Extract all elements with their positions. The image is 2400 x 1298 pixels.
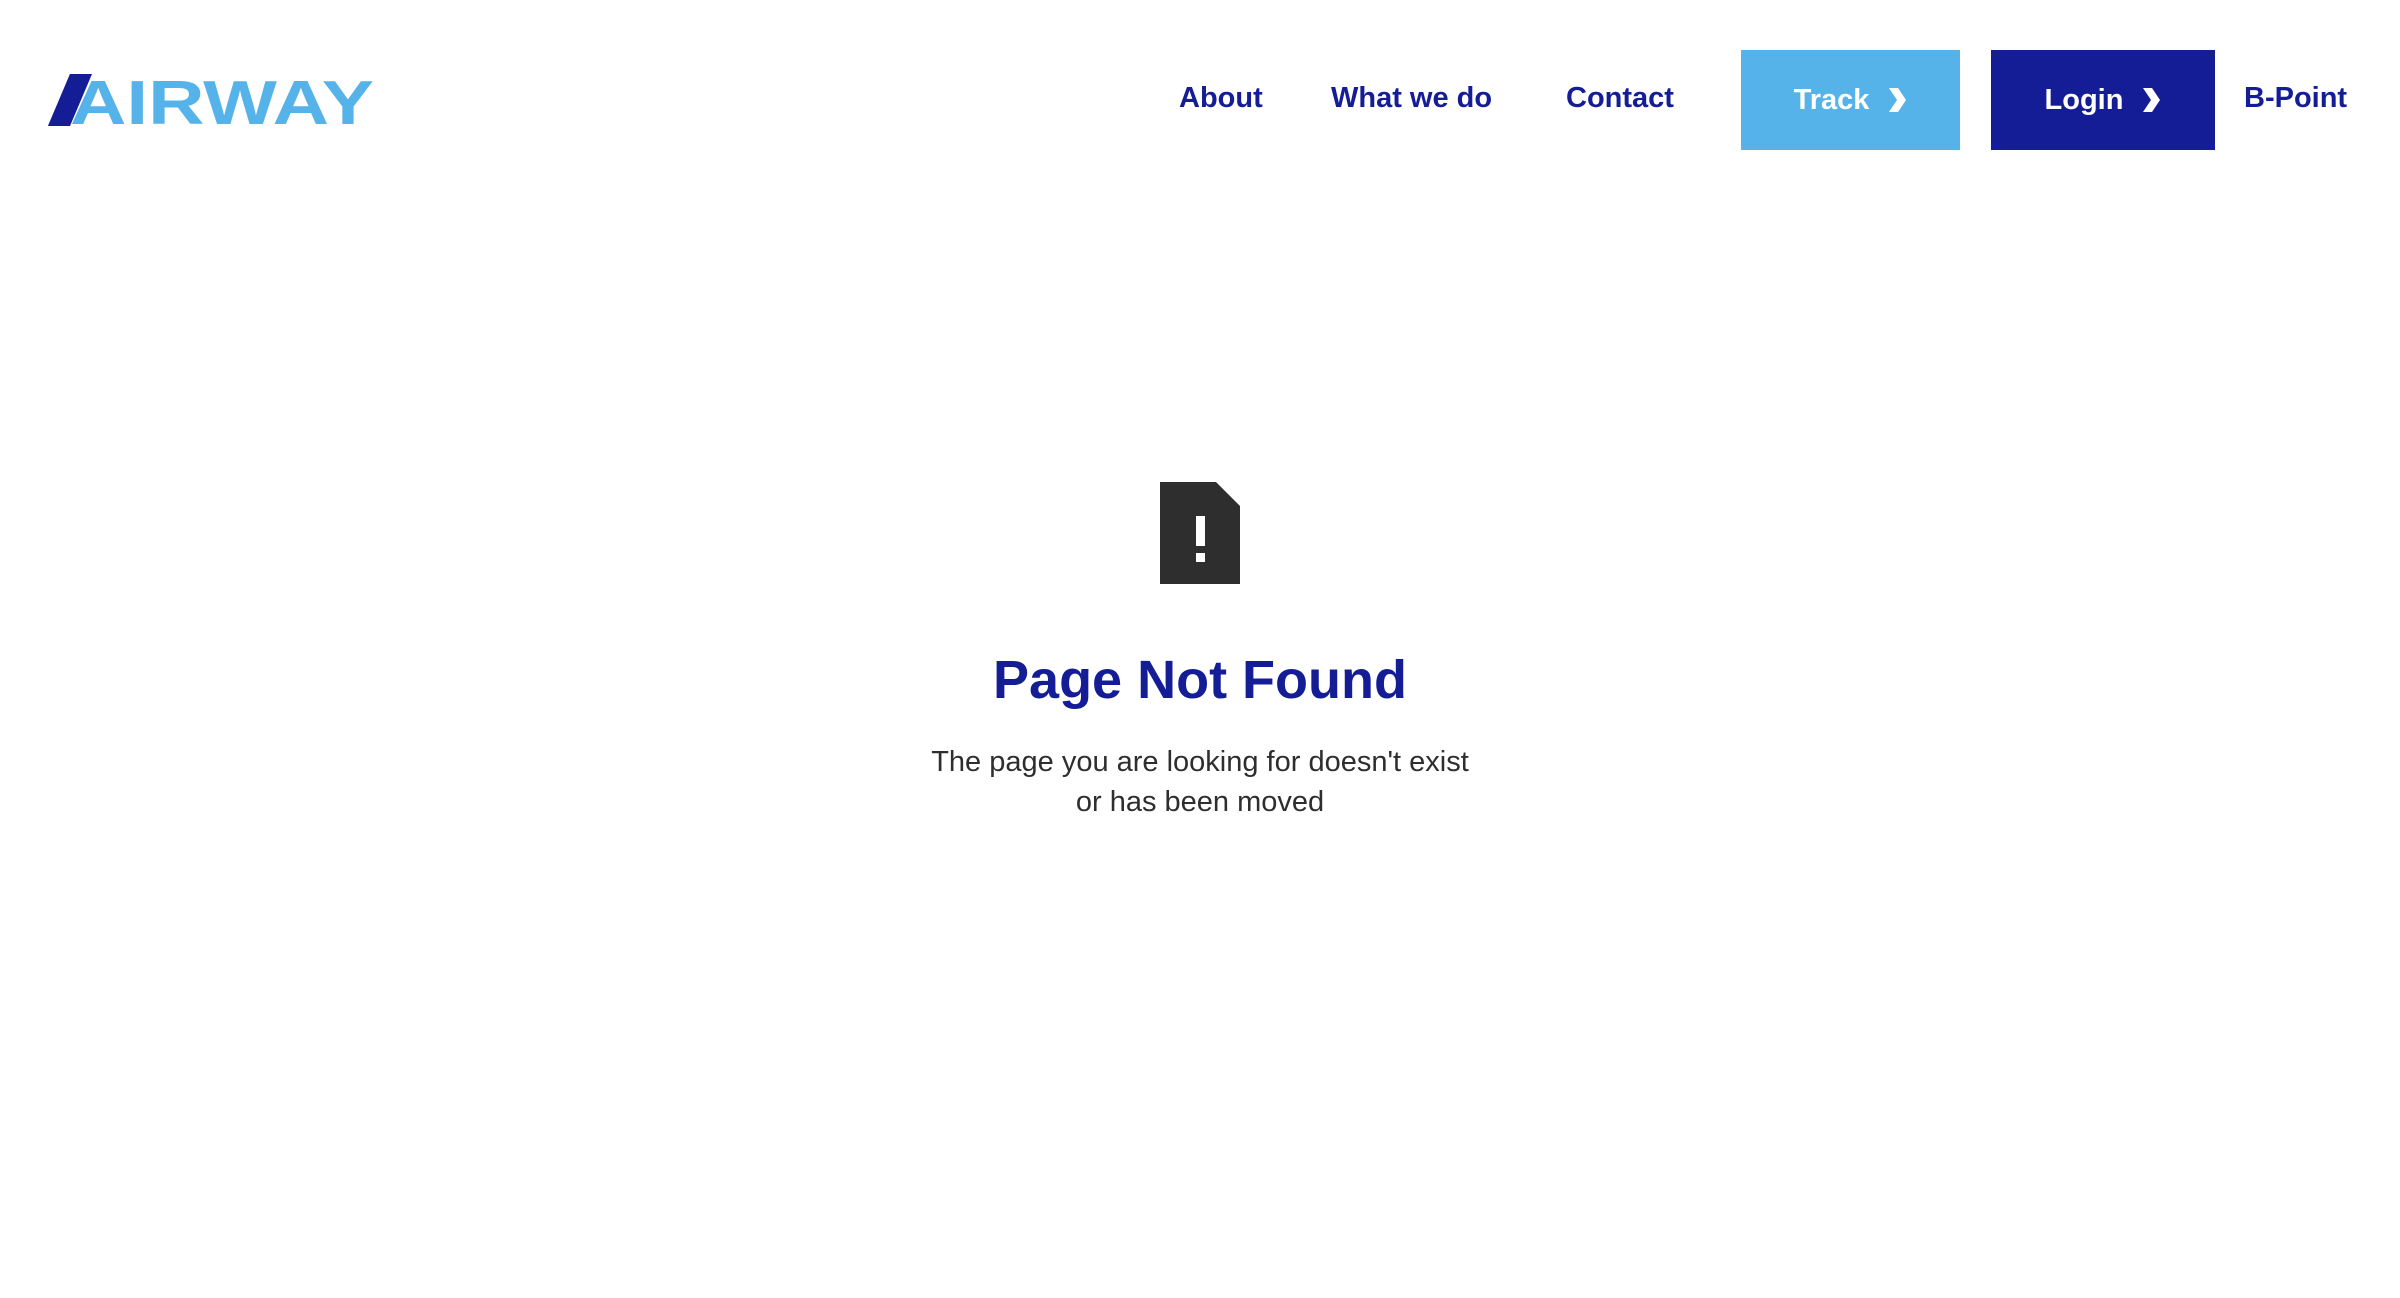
airway-logo-mark: AIRWAY [48,69,374,138]
page-title: Page Not Found [993,650,1407,710]
error-message: The page you are looking for doesn't exi… [931,746,1469,818]
login-button[interactable]: Login [1991,50,2215,150]
svg-text:AIRWAY: AIRWAY [70,74,374,126]
not-found-section: Page Not Found The page you are looking … [0,470,2400,822]
file-alert-icon [1160,482,1240,584]
track-button-label: Track [1793,83,1870,116]
site-header: AIRWAY About What we do Contact Track Lo… [0,0,2400,200]
nav-link-contact[interactable]: Contact [1566,78,1674,118]
login-button-label: Login [2044,83,2124,116]
track-button[interactable]: Track [1741,50,1960,150]
chevron-right-icon [1889,88,1907,112]
nav-link-b-point[interactable]: B-Point [2244,78,2347,118]
nav-link-about[interactable]: About [1179,78,1263,118]
airway-logo[interactable]: AIRWAY [48,69,378,138]
chevron-right-icon [2143,88,2161,112]
nav-link-what-we-do[interactable]: What we do [1331,78,1492,118]
page: AIRWAY About What we do Contact Track Lo… [0,0,2400,1298]
